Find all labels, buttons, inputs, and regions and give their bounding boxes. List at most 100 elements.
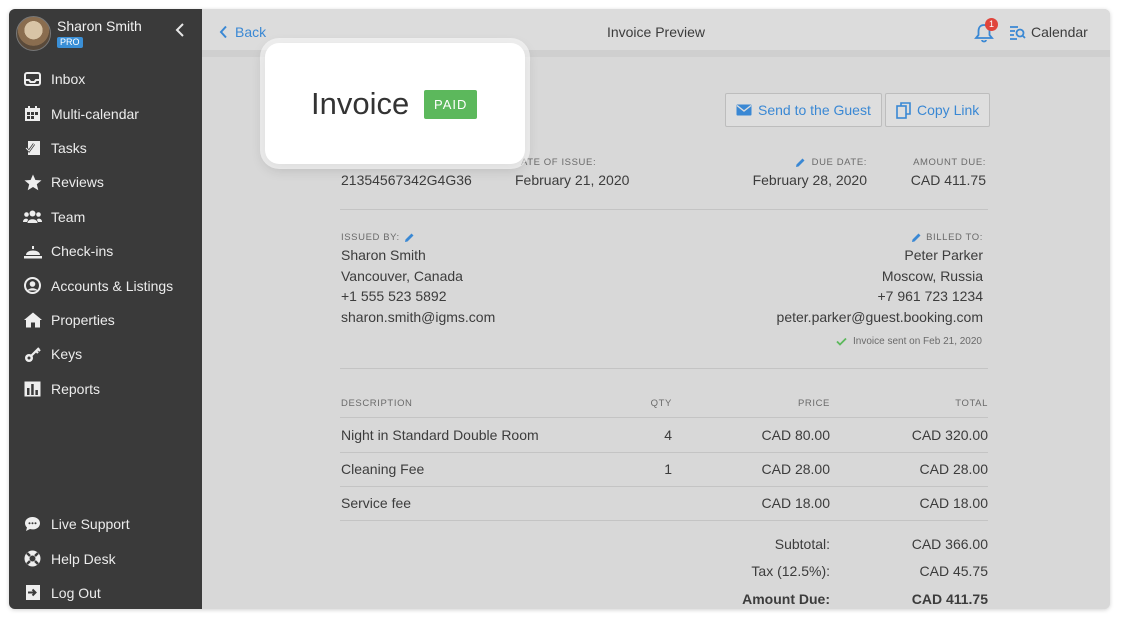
profile[interactable]: Sharon Smith PRO (9, 9, 202, 59)
team-icon (23, 208, 42, 226)
sidebar-item-label: Properties (51, 311, 115, 328)
app-window: Sharon Smith PRO Inbox Multi-calendar Ta… (9, 9, 1110, 609)
row-qty: 1 (664, 461, 672, 477)
pencil-icon (912, 233, 921, 242)
issue-date: February 21, 2020 (515, 172, 630, 188)
issuer-phone: +1 555 523 5892 (341, 288, 447, 304)
sidebar-item-label: Multi-calendar (51, 105, 139, 122)
issued-by-label: ISSUED BY: (341, 232, 400, 243)
logout-icon (23, 584, 42, 602)
bar-chart-icon (23, 380, 42, 398)
sidebar-item-tasks[interactable]: Tasks (9, 131, 202, 165)
divider (340, 486, 988, 487)
issuer-email: sharon.smith@igms.com (341, 309, 496, 325)
status-badge: PAID (424, 90, 478, 119)
chat-icon (23, 515, 42, 533)
billed-phone: +7 961 723 1234 (877, 288, 984, 304)
billed-location: Moscow, Russia (881, 268, 983, 284)
home-icon (23, 311, 42, 329)
row-qty: 4 (664, 427, 672, 443)
subtotal-value: CAD 366.00 (911, 536, 988, 552)
pro-badge: PRO (57, 37, 83, 48)
invoice-title: Invoice (311, 86, 410, 121)
due-date: February 28, 2020 (752, 172, 867, 188)
sidebar-item-label: Inbox (51, 71, 86, 88)
billed-to-label-group[interactable]: BILLED TO: (782, 232, 983, 243)
amount-due: CAD 411.75 (910, 172, 986, 188)
invoice-title-callout: Invoice PAID (265, 43, 525, 164)
billed-email: peter.parker@guest.booking.com (776, 309, 983, 325)
sidebar-item-multi-calendar[interactable]: Multi-calendar (9, 96, 202, 130)
row-price: CAD 28.00 (761, 461, 830, 477)
sidebar-item-live-support[interactable]: Live Support (9, 507, 202, 541)
amount-due-total-value: CAD 411.75 (911, 591, 988, 607)
divider (340, 209, 988, 210)
notifications-button[interactable]: 1 (974, 18, 998, 44)
issuer-location: Vancouver, Canada (341, 268, 463, 284)
sidebar-item-log-out[interactable]: Log Out (9, 576, 202, 609)
sidebar-item-label: Keys (51, 346, 83, 363)
sidebar-item-team[interactable]: Team (9, 200, 202, 234)
copy-link-label: Copy Link (917, 102, 980, 118)
column-header-price: PRICE (797, 398, 830, 409)
invoice-sent-text: Invoice sent on Feb 21, 2020 (853, 336, 982, 347)
tasks-icon (23, 139, 42, 157)
profile-name: Sharon Smith (57, 18, 142, 34)
sidebar-item-label: Live Support (51, 516, 130, 533)
divider (340, 520, 988, 521)
copy-link-button[interactable]: Copy Link (885, 93, 991, 127)
row-price: CAD 80.00 (761, 427, 830, 443)
notification-badge: 1 (985, 18, 998, 31)
sidebar-item-check-ins[interactable]: Check-ins (9, 234, 202, 268)
copy-icon (896, 101, 911, 119)
row-total: CAD 28.00 (919, 461, 988, 477)
row-description: Cleaning Fee (341, 461, 425, 477)
key-icon (23, 345, 42, 363)
column-header-total: TOTAL (955, 398, 988, 409)
sidebar-item-label: Accounts & Listings (51, 277, 174, 294)
sidebar-item-help-desk[interactable]: Help Desk (9, 541, 202, 575)
tax-label: Tax (12.5%): (751, 563, 830, 579)
tax-value: CAD 45.75 (919, 563, 988, 579)
sidebar-item-label: Tasks (51, 139, 87, 156)
sidebar-item-properties[interactable]: Properties (9, 303, 202, 337)
row-description: Service fee (341, 495, 412, 511)
due-date-label-group[interactable]: DUE DATE: (752, 157, 867, 168)
divider (340, 452, 988, 453)
row-price: CAD 18.00 (761, 495, 830, 511)
billed-name: Peter Parker (904, 247, 983, 263)
column-header-description: DESCRIPTION (341, 398, 413, 409)
sidebar-item-label: Check-ins (51, 243, 114, 260)
row-total: CAD 18.00 (919, 495, 988, 511)
calendar-label: Calendar (1031, 24, 1088, 40)
sidebar-bottom-nav: Live Support Help Desk Log Out (9, 507, 202, 609)
sidebar-item-reports[interactable]: Reports (9, 372, 202, 406)
sidebar-item-reviews[interactable]: Reviews (9, 165, 202, 199)
row-description: Night in Standard Double Room (341, 427, 539, 443)
sidebar-item-label: Help Desk (51, 550, 116, 567)
sidebar-item-keys[interactable]: Keys (9, 337, 202, 371)
sidebar-item-label: Log Out (51, 584, 101, 601)
amount-due-total-label: Amount Due: (742, 591, 830, 607)
chevron-left-icon[interactable] (173, 21, 187, 39)
calendar-button[interactable]: Calendar (1009, 24, 1088, 40)
sidebar: Sharon Smith PRO Inbox Multi-calendar Ta… (9, 9, 202, 609)
bell-desk-icon (23, 242, 42, 260)
sidebar-item-accounts-listings[interactable]: Accounts & Listings (9, 268, 202, 302)
pencil-icon (404, 233, 414, 242)
send-to-guest-button[interactable]: Send to the Guest (725, 93, 882, 127)
sidebar-item-label: Team (51, 208, 86, 225)
billed-to-label: BILLED TO: (926, 232, 983, 243)
issued-by-label-group[interactable]: ISSUED BY: (341, 232, 415, 243)
amount-due-label: AMOUNT DUE: (913, 157, 986, 168)
send-to-guest-label: Send to the Guest (758, 102, 871, 118)
star-icon (23, 173, 42, 191)
sidebar-item-label: Reviews (51, 174, 104, 191)
sidebar-nav: Inbox Multi-calendar Tasks Reviews Team … (9, 62, 202, 406)
subtotal-label: Subtotal: (774, 536, 830, 552)
pencil-icon (795, 158, 805, 167)
sidebar-item-inbox[interactable]: Inbox (9, 62, 202, 96)
envelope-icon (736, 104, 752, 116)
divider (340, 417, 988, 418)
divider (340, 368, 988, 369)
